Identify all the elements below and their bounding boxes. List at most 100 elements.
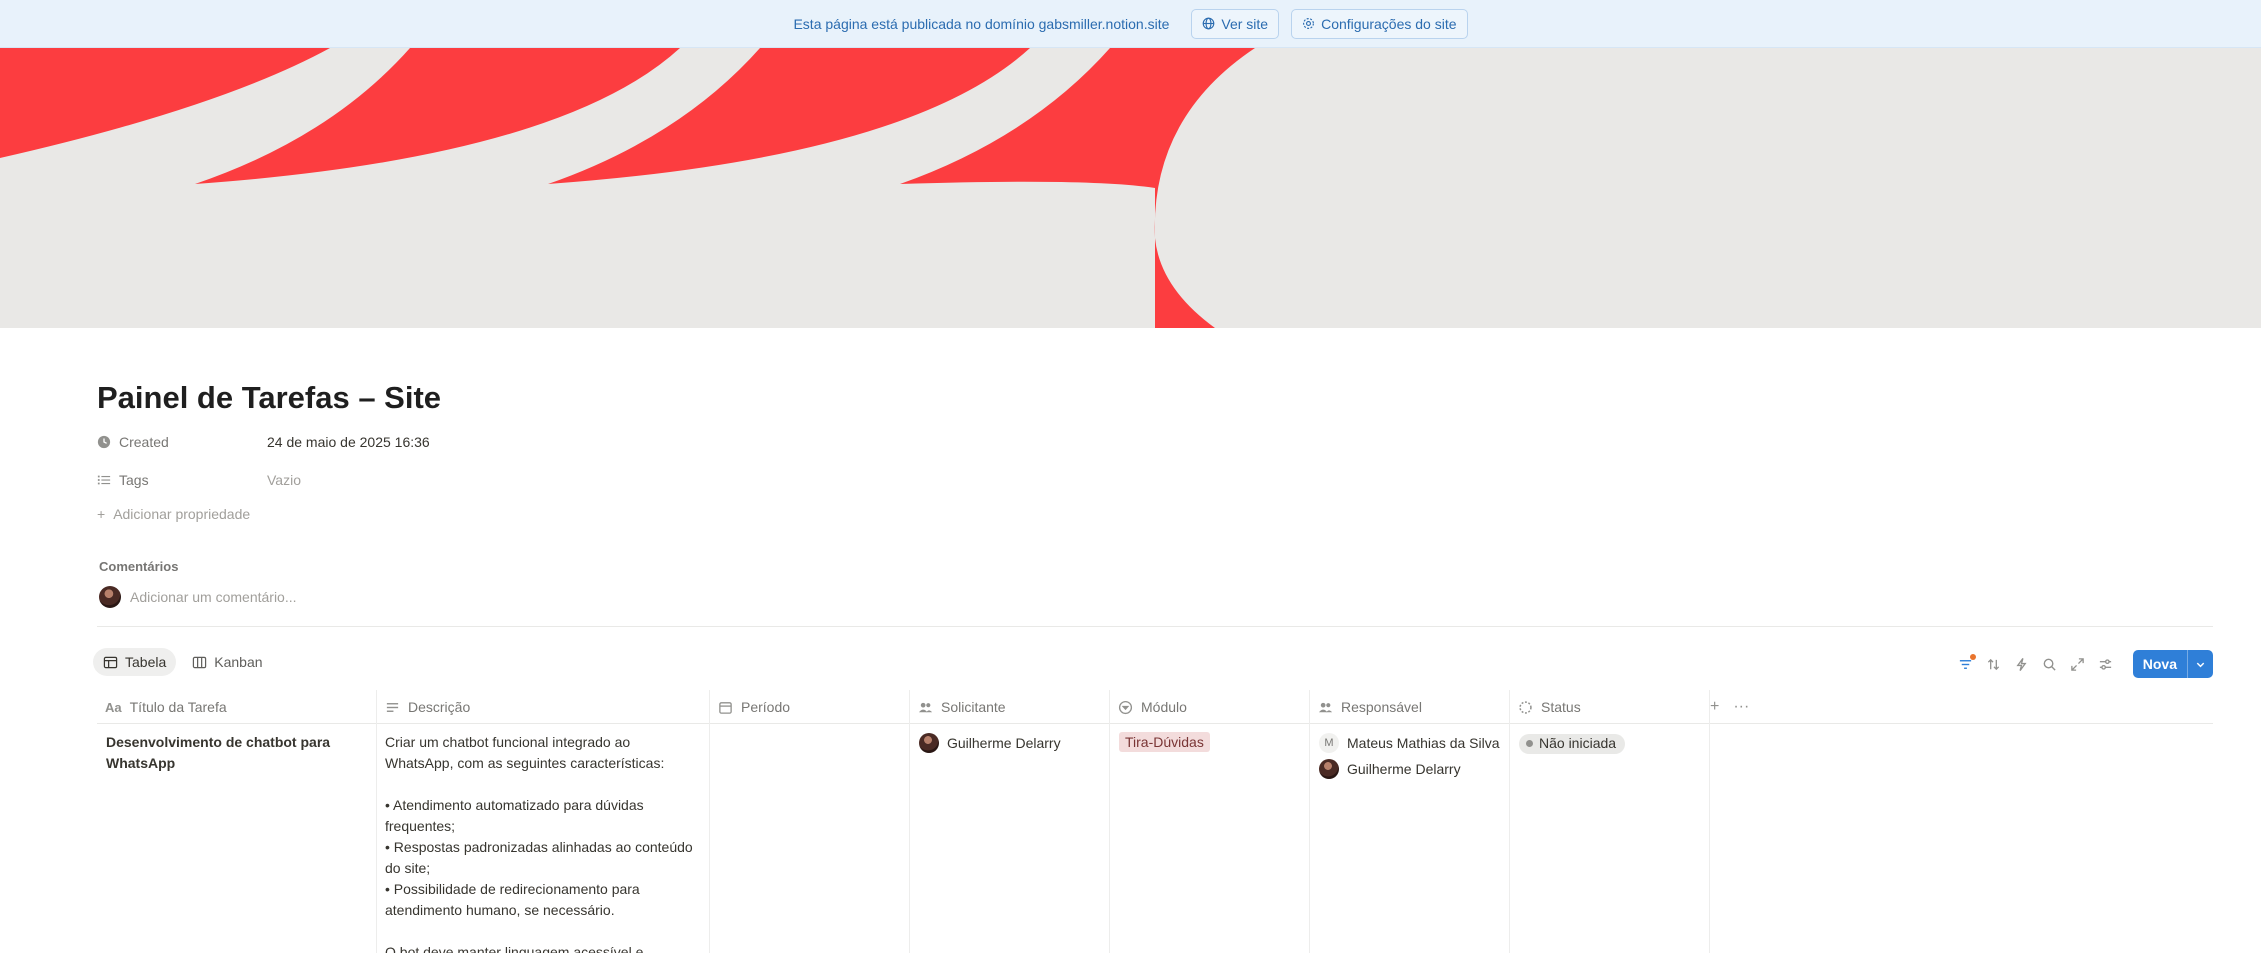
status-icon — [1519, 700, 1532, 714]
tab-kanban-label: Kanban — [214, 654, 263, 670]
clock-icon — [97, 435, 111, 449]
column-descricao[interactable]: Descrição — [377, 690, 710, 724]
description-line — [385, 774, 701, 795]
comment-input[interactable]: Adicionar um comentário... — [99, 586, 297, 608]
search-button[interactable] — [2041, 656, 2058, 673]
cell-responsible[interactable]: M Mateus Mathias da Silva Guilherme Dela… — [1310, 724, 1510, 953]
new-item-button[interactable]: Nova — [2132, 650, 2213, 678]
page-title: Painel de Tarefas – Site — [97, 380, 442, 415]
new-item-label: Nova — [2142, 656, 2177, 672]
cell-description[interactable]: Criar um chatbot funcional integrado ao … — [377, 724, 710, 953]
cell-period[interactable] — [710, 724, 910, 953]
text-icon: Aa — [105, 699, 122, 715]
database-toolbar: Nova — [1957, 650, 2213, 678]
responsible-name: Guilherme Delarry — [1347, 760, 1461, 777]
gear-icon — [1303, 18, 1315, 29]
column-status[interactable]: Status — [1510, 690, 1710, 724]
cell-requester[interactable]: Guilherme Delarry — [910, 724, 1110, 953]
add-column-icon[interactable]: + — [1710, 698, 1719, 716]
view-site-label: Ver site — [1221, 15, 1269, 32]
column-modulo[interactable]: Módulo — [1110, 690, 1310, 724]
property-created-value: 24 de maio de 2025 16:36 — [267, 434, 430, 450]
tasks-table: Aa Título da Tarefa Descrição Período So… — [97, 690, 2213, 953]
column-solicitante-label: Solicitante — [941, 699, 1006, 715]
column-periodo[interactable]: Período — [710, 690, 910, 724]
column-modulo-label: Módulo — [1141, 699, 1187, 715]
sort-button[interactable] — [1985, 656, 2002, 673]
filter-button[interactable] — [1957, 653, 1976, 673]
people-icon — [1318, 702, 1333, 712]
property-tags-name: Tags — [119, 472, 149, 488]
comment-placeholder: Adicionar um comentário... — [130, 589, 297, 605]
person-chip: M Mateus Mathias da Silva — [1319, 732, 1501, 754]
avatar — [99, 586, 121, 608]
description-line: • Possibilidade de redirecionamento para… — [385, 881, 640, 918]
property-tags-value: Vazio — [267, 472, 301, 488]
automation-icon — [2016, 657, 2027, 671]
property-created-name: Created — [119, 434, 169, 450]
more-options-icon[interactable]: ··· — [1733, 698, 1749, 716]
page-cover-image — [0, 48, 2261, 328]
column-solicitante[interactable]: Solicitante — [910, 690, 1110, 724]
table-row[interactable]: Desenvolvimento de chatbot para WhatsApp… — [97, 724, 2213, 953]
divider — [97, 626, 2213, 627]
column-titulo-label: Título da Tarefa — [129, 699, 227, 715]
table-header: Aa Título da Tarefa Descrição Período So… — [97, 690, 2213, 724]
property-tags[interactable]: Tags Vazio — [97, 465, 797, 495]
comments-heading: Comentários — [99, 559, 179, 574]
status-badge: Não iniciada — [1519, 733, 1626, 754]
add-property-label: Adicionar propriedade — [113, 506, 251, 522]
calendar-icon — [719, 701, 732, 714]
lines-icon — [386, 702, 399, 712]
description-line: • Atendimento automatizado para dúvidas … — [385, 797, 644, 834]
avatar: M — [1319, 733, 1339, 753]
property-created[interactable]: Created 24 de maio de 2025 16:36 — [97, 427, 797, 457]
person-chip: Guilherme Delarry — [919, 732, 1101, 754]
cell-title[interactable]: Desenvolvimento de chatbot para WhatsApp — [97, 724, 377, 953]
site-settings-button[interactable]: Configurações do site — [1291, 8, 1468, 39]
responsible-name: Mateus Mathias da Silva — [1347, 734, 1500, 751]
cell-status[interactable]: Não iniciada — [1510, 724, 1710, 953]
column-status-label: Status — [1541, 699, 1581, 715]
avatar — [1319, 759, 1339, 779]
description-line: O bot deve manter linguagem acessível e … — [385, 944, 644, 953]
description-line — [385, 921, 701, 942]
tab-kanban[interactable]: Kanban — [182, 648, 272, 676]
add-property-button[interactable]: + Adicionar propriedade — [97, 506, 250, 522]
column-responsavel[interactable]: Responsável — [1310, 690, 1510, 724]
site-settings-label: Configurações do site — [1321, 15, 1457, 32]
view-site-button[interactable]: Ver site — [1191, 8, 1280, 39]
column-responsavel-label: Responsável — [1341, 699, 1422, 715]
view-tabs: Tabela Kanban — [93, 648, 273, 676]
tab-tabela[interactable]: Tabela — [93, 648, 177, 676]
automation-button[interactable] — [2013, 656, 2030, 673]
view-settings-button[interactable] — [2097, 656, 2114, 673]
board-icon — [193, 656, 207, 668]
search-icon — [2043, 658, 2056, 671]
add-column-controls: + ··· — [1710, 690, 1749, 724]
plus-icon: + — [97, 506, 106, 522]
column-periodo-label: Período — [741, 699, 791, 715]
settings-icon — [2099, 658, 2111, 670]
cell-module[interactable]: Tira-Dúvidas — [1110, 724, 1310, 953]
person-chip: Guilherme Delarry — [1319, 758, 1501, 780]
avatar — [919, 733, 939, 753]
status-label: Não iniciada — [1539, 735, 1617, 751]
status-dot — [1526, 740, 1533, 747]
description-line: Criar um chatbot funcional integrado ao … — [385, 734, 665, 771]
sort-icon — [1987, 658, 1999, 670]
published-message: Esta página está publicada no domínio ga… — [793, 15, 1170, 32]
expand-button[interactable] — [2069, 656, 2086, 673]
list-icon — [97, 475, 111, 485]
chevron-down-icon[interactable] — [2187, 650, 2213, 678]
tab-tabela-label: Tabela — [125, 654, 167, 670]
expand-icon — [2070, 657, 2084, 671]
column-descricao-label: Descrição — [408, 699, 471, 715]
module-tag: Tira-Dúvidas — [1119, 732, 1210, 752]
filter-active-dot — [1969, 653, 1976, 660]
published-banner: Esta página está publicada no domínio ga… — [0, 0, 2261, 48]
description-line: • Respostas padronizadas alinhadas ao co… — [385, 839, 693, 876]
requester-name: Guilherme Delarry — [947, 734, 1061, 751]
column-titulo[interactable]: Aa Título da Tarefa — [97, 690, 377, 724]
globe-icon — [1203, 17, 1215, 30]
